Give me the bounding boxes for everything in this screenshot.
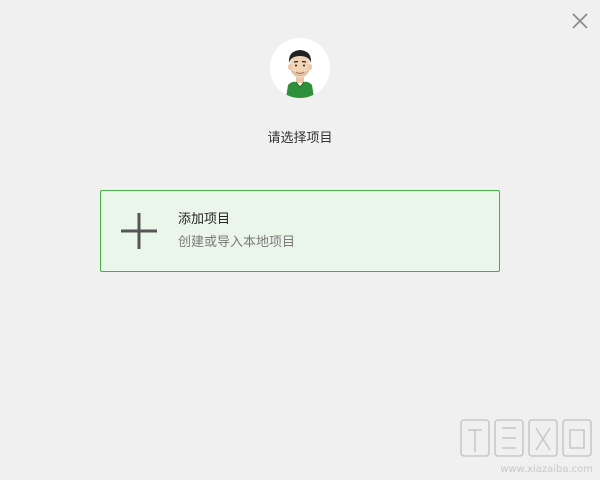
- watermark-url: www.xiazaiba.com: [500, 464, 593, 475]
- close-button[interactable]: [568, 9, 594, 35]
- avatar-image: [270, 38, 330, 98]
- watermark-logo: www.xiazaiba.com: [458, 416, 594, 476]
- plus-icon: [121, 213, 157, 249]
- close-icon: [572, 13, 588, 29]
- page-title: 请选择项目: [267, 131, 333, 146]
- add-project-card[interactable]: 添加项目 创建或导入本地项目: [100, 190, 500, 272]
- add-project-subtitle: 创建或导入本地项目: [178, 235, 296, 250]
- user-avatar: [270, 38, 330, 98]
- add-project-title: 添加项目: [178, 212, 231, 227]
